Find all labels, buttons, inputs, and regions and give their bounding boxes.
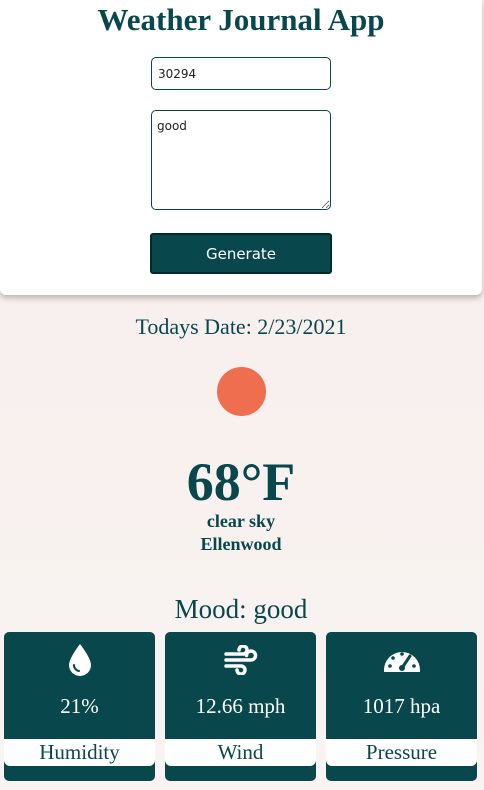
temperature: 68°F <box>186 452 296 512</box>
wind-icon <box>165 640 316 680</box>
city-name: Ellenwood <box>200 534 282 554</box>
humidity-label: Humidity <box>4 739 155 766</box>
gauge-icon <box>326 640 477 680</box>
weather-description: clear sky <box>206 511 276 531</box>
sun-icon <box>217 367 266 416</box>
wind-value: 12.66 mph <box>195 694 286 718</box>
entry-date: Todays Date: 2/23/2021 <box>135 314 347 339</box>
wind-card: 12.66 mph Wind <box>165 632 316 781</box>
pressure-label: Pressure <box>326 739 477 766</box>
humidity-value: 21% <box>60 694 99 718</box>
zip-input[interactable] <box>151 57 331 90</box>
journal-form-card: Weather Journal App good Generate <box>0 0 482 295</box>
generate-button[interactable]: Generate <box>150 233 332 274</box>
feelings-textarea[interactable]: good <box>151 110 331 210</box>
droplet-icon <box>4 640 155 680</box>
mood-line: Mood: good <box>174 594 308 624</box>
app-title: Weather Journal App <box>97 2 385 37</box>
humidity-card: 21% Humidity <box>4 632 155 781</box>
pressure-card: 1017 hpa Pressure <box>326 632 477 781</box>
pressure-value: 1017 hpa <box>362 694 441 718</box>
wind-label: Wind <box>165 739 316 766</box>
